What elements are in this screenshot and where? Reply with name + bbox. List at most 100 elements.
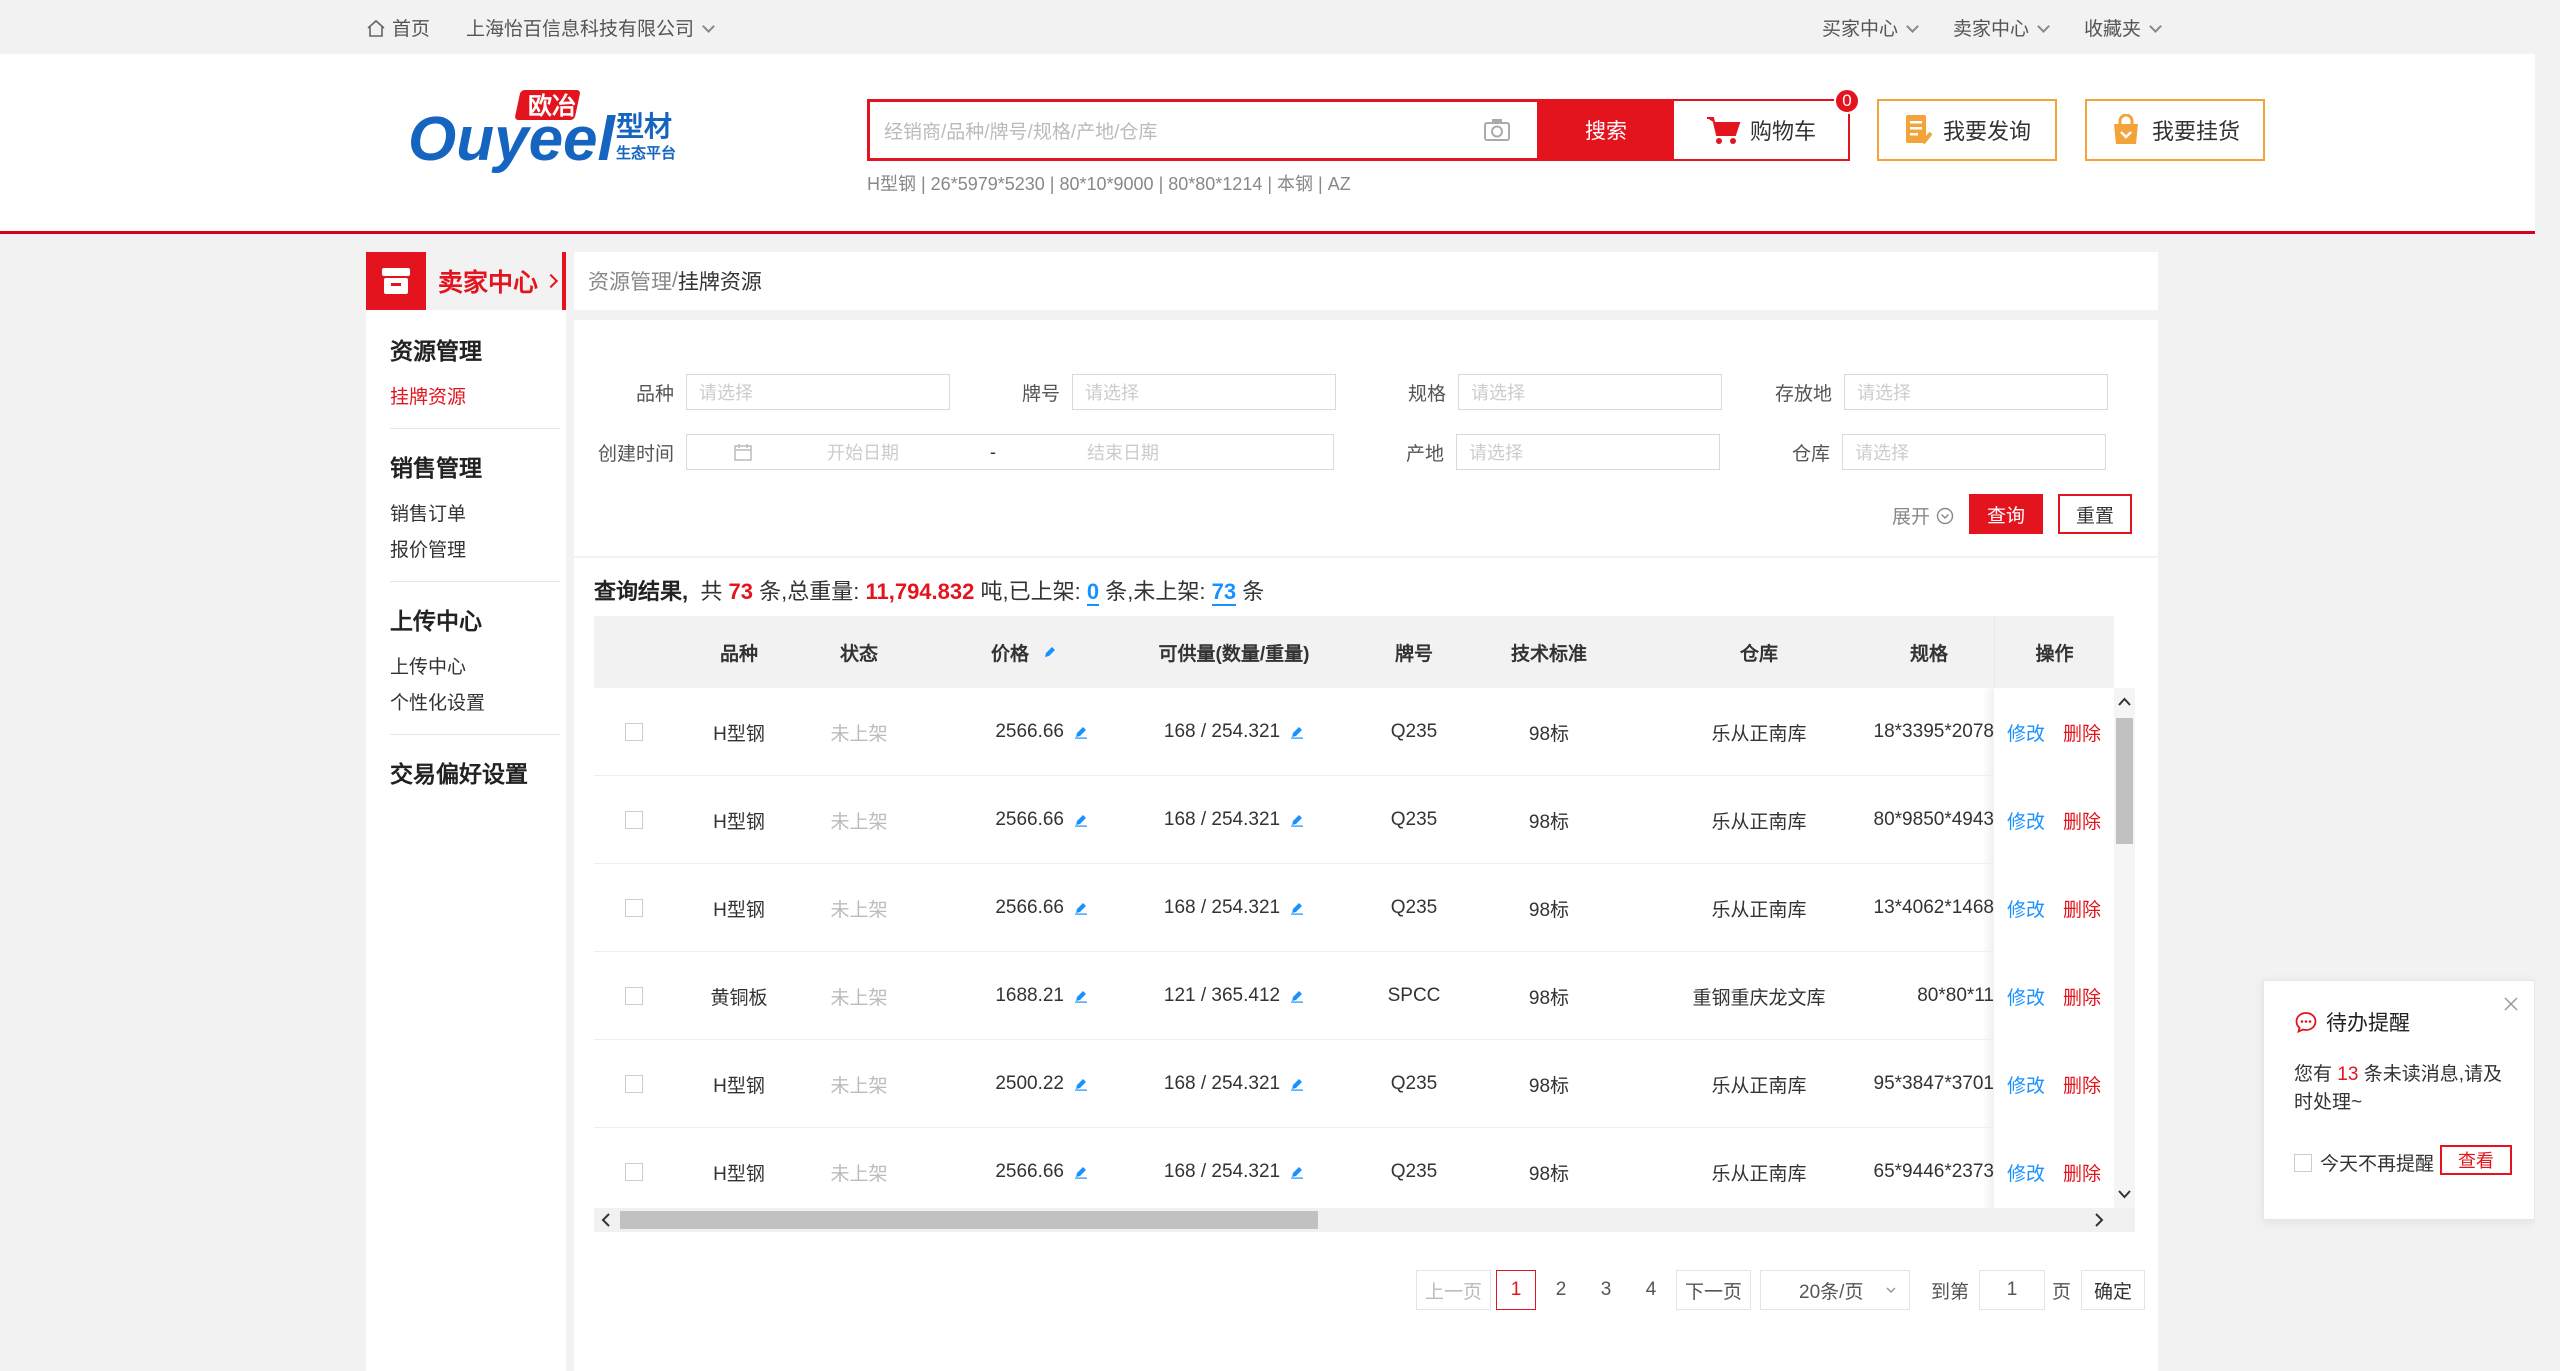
cell-actions: 修改 删除 [1994, 776, 2114, 864]
unlisted-count[interactable]: 73 [1211, 579, 1237, 606]
prev-page-button[interactable]: 上一页 [1416, 1270, 1492, 1310]
sidebar-item-upload-center[interactable]: 上传中心 [390, 650, 560, 686]
delete-link[interactable]: 删除 [2063, 983, 2101, 1010]
modify-link[interactable]: 修改 [2007, 895, 2045, 922]
list-goods-button[interactable]: 我要挂货 [2085, 99, 2265, 161]
goto-confirm-button[interactable]: 确定 [2081, 1270, 2146, 1310]
edit-icon[interactable] [1074, 1165, 1088, 1179]
home-link[interactable]: 首页 [366, 14, 430, 41]
page-scrollbar[interactable] [2535, 0, 2560, 1371]
favorites-menu[interactable]: 收藏夹 [2084, 14, 2162, 41]
cart-icon [1706, 117, 1741, 144]
page-size-select[interactable]: 20条/页 [1760, 1270, 1911, 1310]
dont-remind-today[interactable]: 今天不再提醒 [2294, 1149, 2434, 1176]
edit-icon[interactable] [1074, 989, 1088, 1003]
page-1-button[interactable]: 1 [1496, 1270, 1537, 1310]
edit-icon[interactable] [1074, 725, 1088, 739]
reset-button[interactable]: 重置 [2058, 494, 2132, 534]
search-input[interactable]: 经销商/品种/牌号/规格/产地/仓库 [870, 117, 1477, 144]
edit-icon[interactable] [1290, 901, 1304, 915]
row-checkbox[interactable] [625, 899, 643, 917]
horizontal-scroll-thumb[interactable] [620, 1211, 1318, 1229]
edit-icon[interactable] [1074, 813, 1088, 827]
cell-status: 未上架 [830, 899, 888, 921]
modify-link[interactable]: 修改 [2007, 1159, 2045, 1186]
search-button[interactable]: 搜索 [1540, 99, 1672, 161]
sidebar-item-quote-management[interactable]: 报价管理 [390, 533, 560, 569]
breadcrumb-parent[interactable]: 资源管理 [588, 266, 672, 296]
listed-count[interactable]: 0 [1086, 579, 1100, 606]
delete-link[interactable]: 删除 [2063, 807, 2101, 834]
edit-icon[interactable] [1290, 1077, 1304, 1091]
hot-keywords[interactable]: H型钢 | 26*5979*5230 | 80*10*9000 | 80*80*… [867, 170, 1351, 196]
horizontal-scrollbar[interactable] [594, 1208, 2135, 1232]
vertical-scrollbar[interactable] [2114, 688, 2135, 1208]
expand-toggle[interactable]: 展开 [1892, 502, 1954, 529]
col-price[interactable]: 价格 [964, 616, 1084, 688]
edit-icon[interactable] [1290, 725, 1304, 739]
edit-icon[interactable] [1074, 1077, 1088, 1091]
dont-remind-checkbox[interactable] [2294, 1153, 2312, 1172]
seller-center-header[interactable]: 卖家中心 [366, 252, 566, 310]
scroll-up-icon[interactable] [2114, 692, 2135, 712]
modify-link[interactable]: 修改 [2007, 983, 2045, 1010]
grade-select[interactable]: 请选择 [1072, 374, 1336, 410]
delete-link[interactable]: 删除 [2063, 719, 2101, 746]
origin-select[interactable]: 请选择 [1456, 434, 1720, 470]
page-2-button[interactable]: 2 [1541, 1270, 1582, 1310]
row-checkbox[interactable] [625, 1163, 643, 1181]
end-date-input[interactable]: 结束日期 [1013, 439, 1233, 465]
start-date-input[interactable]: 开始日期 [753, 439, 973, 465]
variety-select[interactable]: 请选择 [686, 374, 950, 410]
table-header: 品种 状态 价格 可供量(数量/重量) 牌号 技术标准 仓库 规格 操作 [594, 616, 2114, 688]
warehouse-select[interactable]: 请选择 [1842, 434, 2106, 470]
view-button[interactable]: 查看 [2440, 1145, 2512, 1175]
sidebar-item-sales-orders[interactable]: 销售订单 [390, 497, 560, 533]
ouyeel-logo[interactable]: Ouyeel 欧冶 型材 生态平台 [404, 84, 704, 174]
cell-standard: 98标 [1528, 1075, 1570, 1097]
row-checkbox[interactable] [625, 811, 643, 829]
sidebar-item-listed-resources[interactable]: 挂牌资源 [390, 380, 560, 416]
origin-label: 产地 [1405, 443, 1444, 465]
delete-link[interactable]: 删除 [2063, 895, 2101, 922]
delete-link[interactable]: 删除 [2063, 1071, 2101, 1098]
edit-icon[interactable] [1290, 1165, 1304, 1179]
edit-icon[interactable] [1290, 813, 1304, 827]
vertical-scroll-thumb[interactable] [2116, 718, 2133, 844]
page-4-button[interactable]: 4 [1631, 1270, 1672, 1310]
cart-button[interactable]: 购物车 [1672, 99, 1850, 161]
company-dropdown[interactable]: 上海怡百信息科技有限公司 [466, 14, 715, 41]
inquiry-button[interactable]: 我要发询 [1877, 99, 2057, 161]
modify-link[interactable]: 修改 [2007, 807, 2045, 834]
search-box[interactable]: 经销商/品种/牌号/规格/产地/仓库 [867, 99, 1540, 161]
date-range-picker[interactable]: 开始日期 - 结束日期 [686, 434, 1334, 470]
modify-link[interactable]: 修改 [2007, 719, 2045, 746]
edit-icon[interactable] [1290, 989, 1304, 1003]
modify-link[interactable]: 修改 [2007, 1071, 2045, 1098]
camera-icon[interactable] [1477, 110, 1517, 150]
sidebar-item-trade-preferences[interactable]: 交易偏好设置 [390, 755, 560, 789]
scroll-down-icon[interactable] [2114, 1184, 2135, 1204]
spec-select[interactable]: 请选择 [1458, 374, 1722, 410]
seller-center-menu[interactable]: 卖家中心 [1953, 14, 2050, 41]
svg-text:欧冶: 欧冶 [528, 92, 576, 120]
chevron-down-icon [2149, 19, 2162, 33]
location-select[interactable]: 请选择 [1844, 374, 2108, 410]
next-page-button[interactable]: 下一页 [1676, 1270, 1752, 1310]
table-row: H型钢 未上架 2566.66 168 / 254.321 Q235 98标 乐从正南库 13… [594, 864, 2114, 952]
edit-icon [1045, 647, 1055, 657]
scroll-right-icon[interactable] [2089, 1208, 2109, 1232]
query-button[interactable]: 查询 [1969, 494, 2043, 534]
buyer-center-menu[interactable]: 买家中心 [1822, 14, 1919, 41]
row-checkbox[interactable] [625, 1075, 643, 1093]
page-3-button[interactable]: 3 [1586, 1270, 1627, 1310]
row-checkbox[interactable] [625, 987, 643, 1005]
cell-spec: 13*4062*1468 [1873, 897, 1994, 918]
delete-link[interactable]: 删除 [2063, 1159, 2101, 1186]
row-checkbox[interactable] [625, 723, 643, 741]
edit-icon[interactable] [1074, 901, 1088, 915]
goto-page-input[interactable]: 1 [1979, 1270, 2046, 1310]
close-icon[interactable] [2502, 995, 2520, 1013]
scroll-left-icon[interactable] [596, 1208, 616, 1232]
sidebar-item-personalization[interactable]: 个性化设置 [390, 686, 560, 722]
